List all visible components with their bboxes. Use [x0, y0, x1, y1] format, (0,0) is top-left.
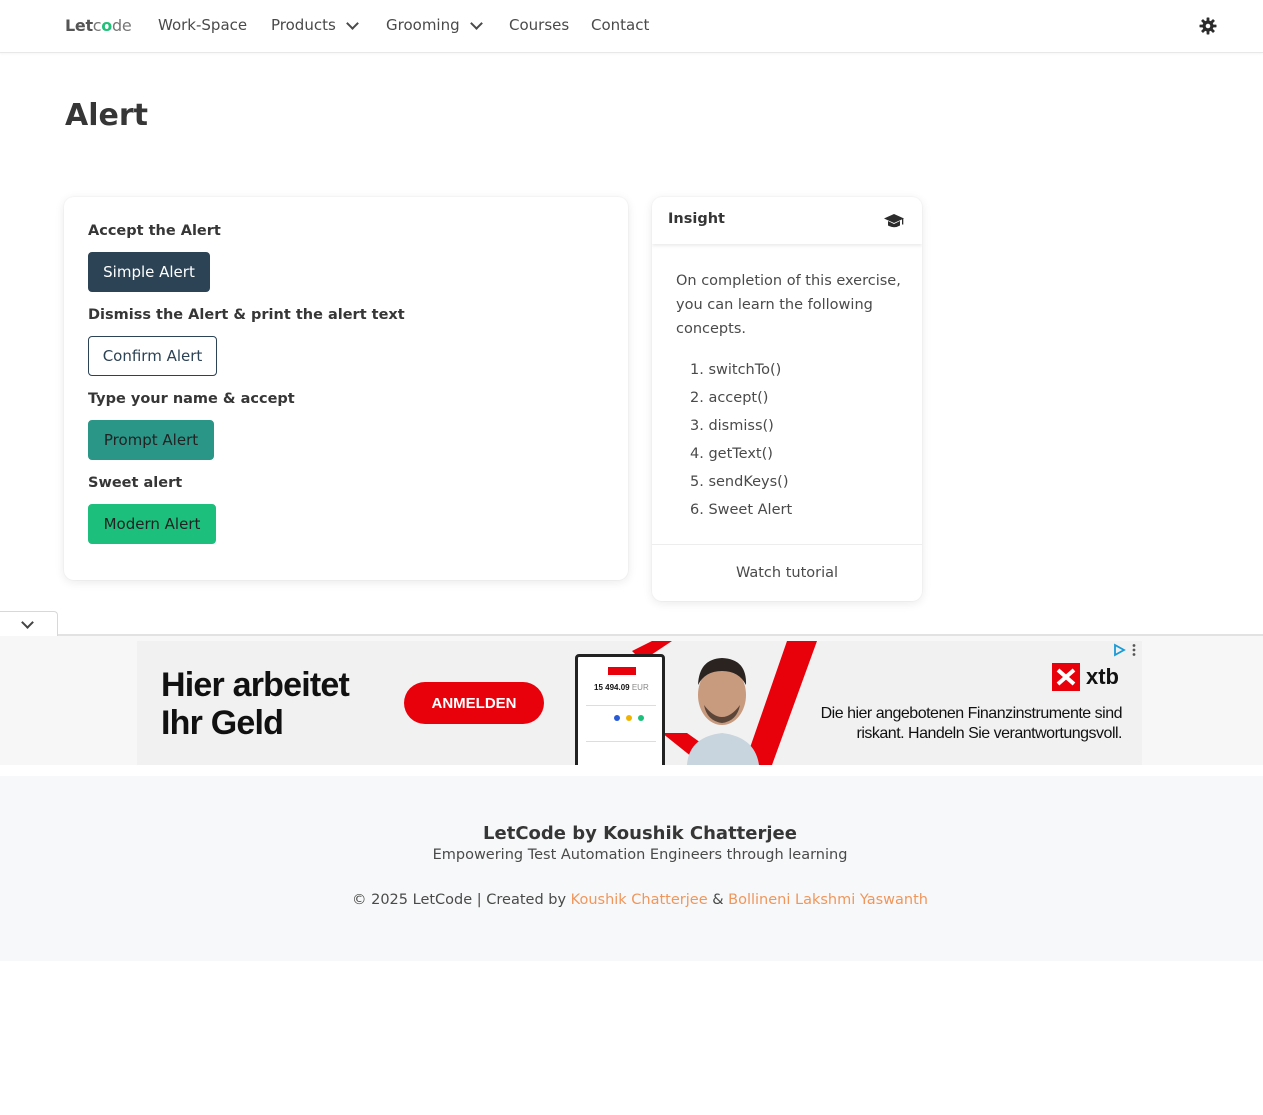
- alerts-card: Accept the Alert Simple Alert Dismiss th…: [64, 197, 628, 580]
- phone-dot: [626, 715, 632, 721]
- ad-collapse-toggle[interactable]: [0, 611, 58, 636]
- nav-item-work-space[interactable]: Work-Space: [158, 16, 247, 34]
- phone-dot: [638, 715, 644, 721]
- nav-item-grooming[interactable]: Grooming: [386, 16, 483, 34]
- ad-headline-line: Hier arbeitet: [161, 666, 350, 704]
- phone-divider: [586, 705, 656, 706]
- nav-item-label: Courses: [509, 16, 570, 34]
- ad-brand-logo: xtb: [1052, 663, 1119, 691]
- ad-phone-graphic: 15 494.09 EUR: [575, 654, 665, 765]
- nav-item-label: Products: [271, 16, 336, 34]
- nav-item-label: Work-Space: [158, 16, 248, 34]
- graduation-cap-icon: [884, 214, 904, 228]
- list-item: 3. dismiss(): [690, 418, 774, 434]
- nav-item-contact[interactable]: Contact: [591, 16, 649, 34]
- insight-description: On completion of this exercise, you can …: [676, 273, 901, 337]
- section-label-prompt: Type your name & accept: [88, 391, 295, 407]
- ad-disclaimer-line: riskant. Handeln Sie verantwortungsvoll.: [856, 725, 1123, 742]
- ad-banner[interactable]: Hier arbeitet Ihr Geld ANMELDEN 15 494.0…: [137, 641, 1142, 765]
- chevron-down-icon: [345, 16, 359, 30]
- ad-headline-line: Ihr Geld: [161, 704, 284, 742]
- list-item: 4. getText(): [690, 446, 773, 462]
- insight-title: Insight: [668, 211, 725, 227]
- nav-item-label: Grooming: [386, 16, 460, 34]
- ad-person-image: [687, 658, 759, 765]
- nav-item-label: Contact: [591, 16, 650, 34]
- gear-icon[interactable]: [1198, 16, 1218, 36]
- footer-copyright: © 2025 LetCode | Created by Koushik Chat…: [0, 892, 1263, 908]
- ad-disclaimer: Die hier angebotenen Finanzinstrumente s…: [797, 704, 1123, 744]
- list-item: 1. switchTo(): [690, 362, 782, 378]
- insight-card: Insight On completion of this exercise, …: [652, 197, 922, 601]
- list-item: 5. sendKeys(): [690, 474, 789, 490]
- section-label-sweet: Sweet alert: [88, 475, 183, 491]
- ad-choices-icon[interactable]: [1112, 643, 1126, 657]
- author-link-bollineni[interactable]: Bollineni Lakshmi Yaswanth: [728, 892, 928, 908]
- logo-let: Let: [65, 16, 93, 35]
- nav-item-products[interactable]: Products: [271, 16, 359, 34]
- ad-brand-name: xtb: [1086, 664, 1119, 689]
- list-item: 2. accept(): [690, 390, 769, 406]
- more-vertical-icon[interactable]: [1131, 643, 1137, 657]
- ad-headline: Hier arbeitet Ihr Geld: [161, 666, 350, 742]
- footer: LetCode by Koushik Chatterjee Empowering…: [0, 776, 1263, 961]
- chevron-down-icon: [469, 16, 483, 30]
- list-item: 6. Sweet Alert: [690, 502, 793, 518]
- ad-disclaimer-line: Die hier angebotenen Finanzinstrumente s…: [820, 705, 1123, 722]
- phone-value-number: 15 494.09: [594, 683, 630, 692]
- page-title: Alert: [65, 98, 148, 133]
- phone-divider: [586, 741, 656, 742]
- logo-o: o: [101, 16, 112, 35]
- simple-alert-button[interactable]: Simple Alert: [88, 252, 210, 292]
- ad-phone-value: 15 494.09 EUR: [594, 683, 649, 692]
- ampersand: &: [712, 892, 724, 908]
- confirm-alert-button[interactable]: Confirm Alert: [88, 336, 217, 376]
- chevron-down-icon: [21, 616, 34, 629]
- letcode-logo[interactable]: Letcode: [65, 16, 132, 35]
- footer-title: LetCode by Koushik Chatterjee: [483, 823, 797, 844]
- modern-alert-button[interactable]: Modern Alert: [88, 504, 216, 544]
- prompt-alert-button[interactable]: Prompt Alert: [88, 420, 214, 460]
- nav-item-courses[interactable]: Courses: [509, 16, 569, 34]
- watch-tutorial-link[interactable]: Watch tutorial: [652, 544, 922, 601]
- author-link-koushik[interactable]: Koushik Chatterjee: [571, 892, 708, 908]
- copyright-text: © 2025 LetCode | Created by: [352, 892, 567, 908]
- xtb-logo-icon: [1052, 663, 1080, 691]
- logo-de: de: [112, 16, 132, 35]
- phone-dot: [614, 715, 620, 721]
- phone-brand-bar: [608, 667, 636, 675]
- phone-value-currency: EUR: [631, 683, 649, 692]
- navbar: Letcode Work-Space Products Grooming Cou…: [0, 0, 1263, 53]
- ad-cta-button[interactable]: ANMELDEN: [404, 682, 544, 724]
- concepts-list: 1. switchTo() 2. accept() 3. dismiss() 4…: [690, 356, 792, 524]
- footer-tagline: Empowering Test Automation Engineers thr…: [432, 847, 848, 863]
- insight-header: Insight: [652, 197, 922, 244]
- section-label-dismiss: Dismiss the Alert & print the alert text: [88, 307, 405, 323]
- section-label-accept: Accept the Alert: [88, 223, 221, 239]
